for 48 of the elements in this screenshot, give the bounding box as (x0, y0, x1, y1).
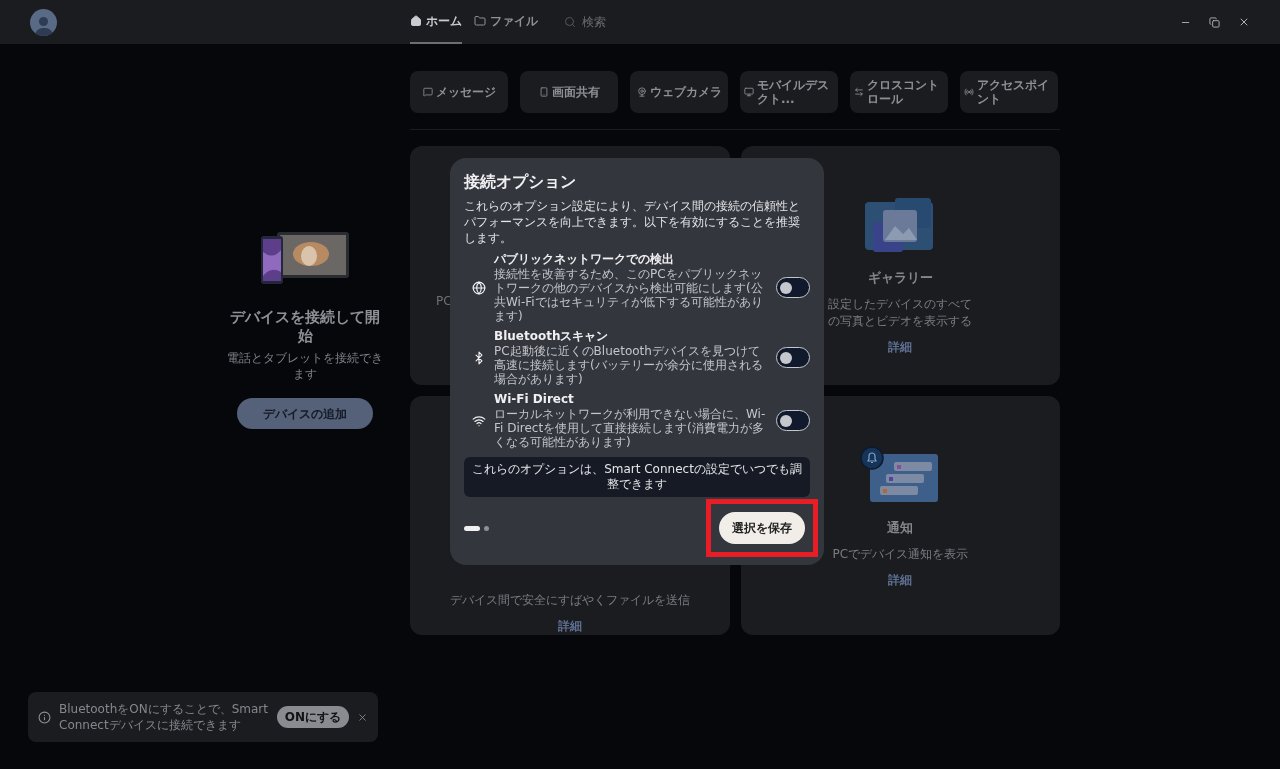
details-link[interactable]: 詳細 (557, 617, 582, 635)
quick-action-tile[interactable]: モバイルデスクト... (740, 71, 838, 113)
monitor-icon (744, 87, 754, 97)
wifi-icon (472, 413, 486, 428)
quick-action-tile[interactable]: 画面共有 (520, 71, 618, 113)
card-description: 設定したデバイスのすべての写真とビデオを表示する (827, 295, 974, 330)
option-title: Wi-Fi Direct (494, 392, 575, 407)
card-title: ギャラリー (867, 269, 933, 287)
close-icon[interactable] (1238, 16, 1250, 28)
close-icon[interactable] (357, 711, 368, 723)
card-title: 通知 (887, 519, 914, 537)
connect-subtitle: 電話とタブレットを接続できます (226, 350, 384, 382)
message-icon (422, 87, 433, 97)
nav-tab[interactable]: ファイル (474, 0, 538, 44)
connect-title: デバイスを接続して開始 (229, 308, 381, 346)
home-icon (410, 15, 422, 27)
quick-action-tile[interactable]: クロスコントロール (850, 71, 948, 113)
avatar-icon[interactable] (30, 8, 57, 36)
gallery-drawing (865, 198, 936, 254)
quick-action-tile[interactable]: アクセスポイント (960, 71, 1058, 113)
nav-tab[interactable]: ホーム (410, 0, 462, 44)
dialog-title: 接続オプション (464, 171, 577, 193)
folder-icon (474, 15, 486, 27)
info-icon (38, 710, 51, 724)
details-link[interactable]: 詳細 (888, 570, 913, 589)
toast-message: BluetoothをONにすることで、Smart Connectデバイスに接続できます (59, 701, 269, 733)
toggle-switch[interactable] (776, 410, 810, 431)
globe-icon (472, 280, 486, 295)
card-description: PCでデバイス通知を表示 (831, 545, 970, 563)
toggle-switch[interactable] (776, 347, 810, 368)
details-link[interactable]: 詳細 (888, 337, 913, 356)
save-selection-button[interactable]: 選択を保存 (719, 512, 805, 544)
card-description: デバイス間で安全にすばやくファイルを送信 (448, 592, 691, 609)
turn-on-button[interactable]: ONにする (276, 706, 349, 728)
add-device-button[interactable]: デバイスの追加 (237, 398, 373, 429)
quick-action-tile[interactable]: ウェブカメラ (630, 71, 728, 113)
restore-icon[interactable] (1209, 16, 1220, 28)
option-title: Bluetoothスキャン (494, 329, 610, 344)
quick-action-tile[interactable]: メッセージ (410, 71, 508, 113)
arrows-icon (854, 87, 864, 97)
search-field[interactable]: 検索 (582, 13, 732, 31)
webcam-icon (636, 87, 647, 97)
phone-icon (538, 87, 549, 97)
settings-note: これらのオプションは、Smart Connectの設定でいつでも調整できます (464, 457, 810, 497)
option-title: パブリックネットワークでの検出 (494, 252, 675, 267)
toggle-switch[interactable] (776, 277, 810, 298)
search-icon (564, 16, 576, 28)
hotspot-icon (964, 87, 974, 97)
